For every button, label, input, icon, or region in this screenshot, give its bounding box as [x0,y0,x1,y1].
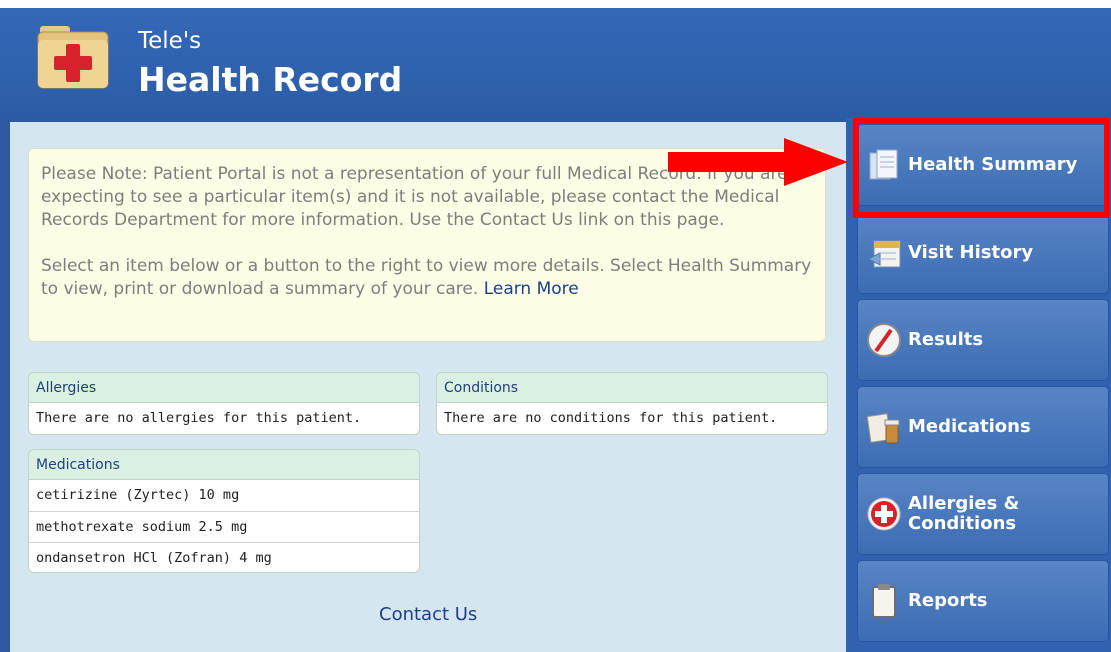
arrow-icon [668,138,848,186]
sidebar-item-reports[interactable]: Reports [857,560,1109,642]
sidebar-item-medications[interactable]: Medications [857,386,1109,468]
sidebar-item-label: Medications [908,416,1031,437]
clipboard-icon [872,584,896,618]
conditions-card[interactable]: Conditions There are no conditions for t… [436,372,828,435]
gauge-icon [867,323,901,357]
allergies-row: There are no allergies for this patient. [36,410,362,426]
medication-row[interactable]: cetirizine (Zyrtec) 10 mg [29,480,419,511]
medications-card-title[interactable]: Medications [29,450,419,480]
allergies-card-title[interactable]: Allergies [29,373,419,403]
health-record-folder-icon [37,26,109,89]
patient-name: Tele's [138,28,202,54]
sidebar-item-label: Reports [908,590,988,611]
allergies-card[interactable]: Allergies There are no allergies for thi… [28,372,420,435]
calendar-icon [866,240,901,268]
app-header: Tele's Health Record [0,8,1111,118]
contact-us-link[interactable]: Contact Us [379,604,477,625]
prescription-icon [866,413,900,444]
conditions-row: There are no conditions for this patient… [444,410,778,426]
sidebar-item-visit-history[interactable]: Visit History [857,212,1109,294]
medication-row[interactable]: methotrexate sodium 2.5 mg [29,511,419,542]
page-title: Health Record [138,60,403,99]
highlight-box [853,118,1110,218]
learn-more-link[interactable]: Learn More [484,279,579,299]
sidebar-item-results[interactable]: Results [857,299,1109,381]
sidebar-item-label: Allergies & Conditions [908,493,1020,534]
sidebar-item-label: Visit History [908,242,1034,263]
note-paragraph-2-text: Select an item below or a button to the … [41,256,812,299]
medications-card[interactable]: Medications cetirizine (Zyrtec) 10 mg me… [28,449,420,573]
sidebar-item-allergies-conditions[interactable]: Allergies & Conditions [857,473,1109,555]
note-paragraph-2: Select an item below or a button to the … [41,255,813,301]
sidebar-item-label: Results [908,329,984,350]
conditions-card-title[interactable]: Conditions [437,373,827,403]
medical-cross-icon [867,497,901,531]
top-strip [0,0,1111,8]
medication-row[interactable]: ondansetron HCl (Zofran) 4 mg [29,542,419,572]
